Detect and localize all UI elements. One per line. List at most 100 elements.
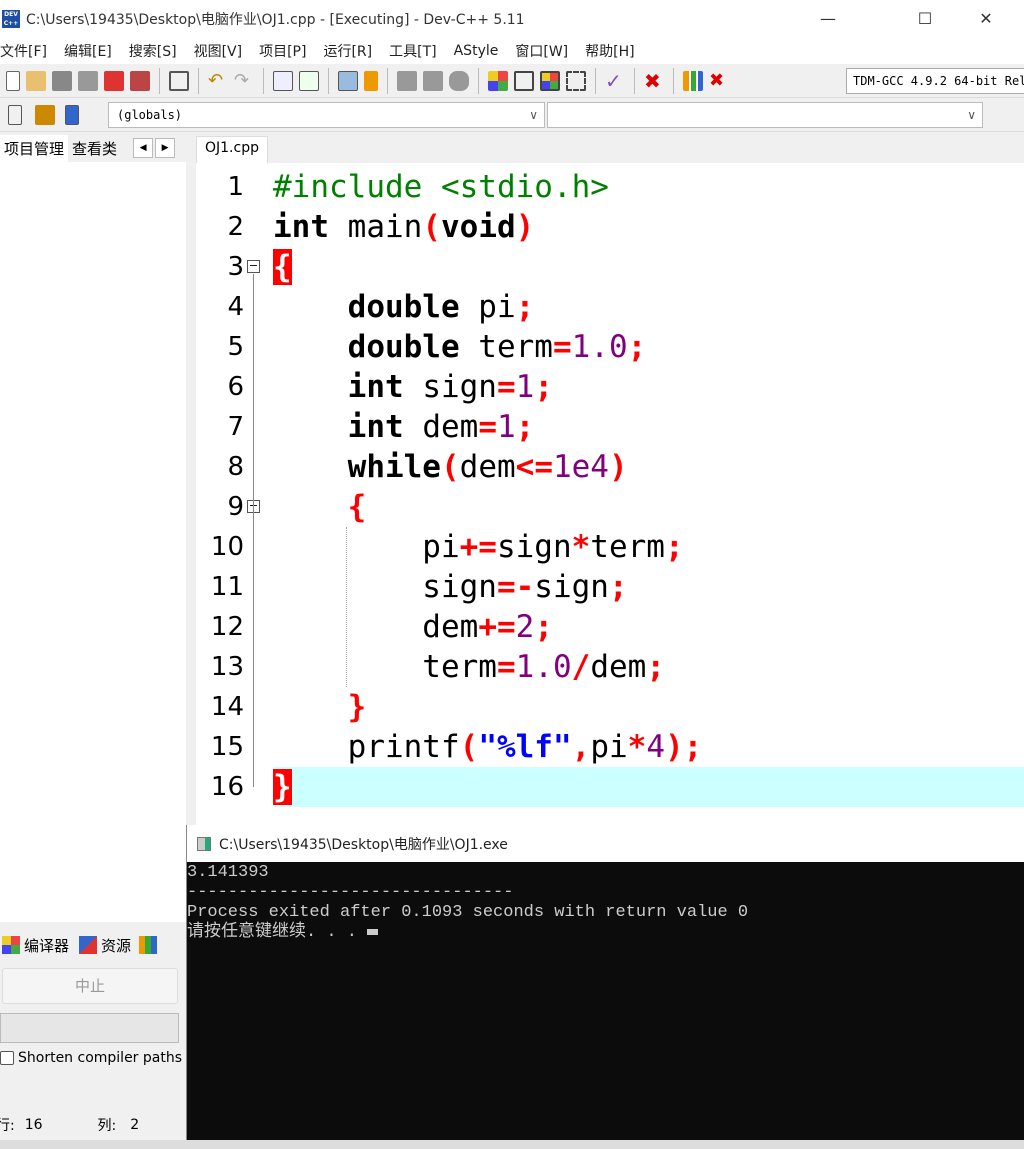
tab-compiler[interactable]: 编译器 <box>0 933 71 958</box>
save-all-icon[interactable] <box>78 70 98 91</box>
toggle-icon[interactable] <box>65 105 79 125</box>
code-line[interactable]: dem+=2; <box>273 607 1024 647</box>
code-editor[interactable]: 12345678910111213141516−− #include <stdi… <box>196 163 1024 825</box>
minimize-button[interactable]: — <box>800 0 856 38</box>
replace-icon[interactable] <box>299 70 319 91</box>
code-line[interactable]: int main(void) <box>273 207 1024 247</box>
tab-resources[interactable]: 资源 <box>77 933 133 958</box>
code-token: = <box>552 329 572 365</box>
menu-project[interactable]: 项目[P] <box>259 41 315 61</box>
code-line[interactable]: printf("%lf",pi*4); <box>273 727 1024 767</box>
line-number: 5 <box>227 332 244 362</box>
code-token: += <box>459 529 497 565</box>
find-icon[interactable] <box>273 70 293 91</box>
line-number: 15 <box>210 732 244 762</box>
compile-progress-bar <box>0 1013 179 1043</box>
save-icon[interactable] <box>52 70 72 91</box>
scope-combo[interactable]: (globals) ∨ <box>108 102 545 128</box>
tab-left-arrow-icon[interactable]: ◀ <box>133 138 154 158</box>
menu-bar: 文件[F] 编辑[E] 搜索[S] 视图[V] 项目[P] 运行[R] 工具[T… <box>0 38 1024 64</box>
rebuild-icon[interactable] <box>566 70 586 91</box>
tab-classes[interactable]: 查看类 <box>68 135 122 162</box>
row-label: 行: <box>0 1118 15 1134</box>
indent-icon[interactable] <box>338 70 358 91</box>
code-token: void <box>441 209 516 245</box>
compile-icon[interactable] <box>488 70 508 91</box>
console-title-bar: C:\Users\19435\Desktop\电脑作业\OJ1.exe <box>187 825 1024 862</box>
code-line[interactable]: double pi; <box>273 287 1024 327</box>
close-button[interactable]: ✕ <box>958 0 1014 38</box>
new-class-icon[interactable] <box>8 105 22 125</box>
console-output: 3.141393 --------------------------------… <box>187 863 1024 943</box>
shorten-paths-option[interactable]: Shorten compiler paths <box>0 1050 182 1066</box>
code-token: ) <box>608 449 628 485</box>
syntax-check-icon[interactable]: ✓ <box>605 71 625 91</box>
code-line[interactable]: int dem=1; <box>273 407 1024 447</box>
line-number: 3 <box>227 252 244 282</box>
code-token: sign <box>534 569 609 605</box>
code-token: printf <box>273 729 460 765</box>
code-token: 1 <box>515 369 535 405</box>
profile-icon[interactable] <box>683 70 703 91</box>
console-line: 请按任意键继续. . . <box>187 923 368 942</box>
menu-run[interactable]: 运行[R] <box>323 41 381 61</box>
code-line[interactable]: int sign=1; <box>273 367 1024 407</box>
stop-button[interactable]: 中止 <box>2 968 178 1004</box>
console-line: -------------------------------- <box>187 883 514 902</box>
compiler-select[interactable]: TDM-GCC 4.9.2 64-bit Release <box>846 68 1024 94</box>
maximize-button[interactable]: ☐ <box>897 0 953 38</box>
code-line[interactable]: #include <stdio.h> <box>273 167 1024 207</box>
undo-icon[interactable]: ↶ <box>208 70 228 91</box>
compile-log-icon[interactable] <box>139 936 158 954</box>
code-line[interactable]: double term=1.0; <box>273 327 1024 367</box>
run-icon[interactable] <box>514 70 534 91</box>
menu-help[interactable]: 帮助[H] <box>585 41 643 61</box>
code-token: ( <box>422 209 441 245</box>
code-line[interactable]: term=1.0/dem; <box>273 647 1024 687</box>
stop-execution-icon[interactable]: ✖ <box>644 71 664 91</box>
insert-icon[interactable] <box>35 105 55 125</box>
close-all-icon[interactable] <box>130 70 150 91</box>
bookmark-back-icon[interactable] <box>397 70 417 91</box>
menu-tools[interactable]: 工具[T] <box>389 41 445 61</box>
code-line[interactable]: { <box>273 487 1024 527</box>
tab-right-arrow-icon[interactable]: ▶ <box>155 138 176 158</box>
print-icon[interactable] <box>169 70 189 91</box>
app-icon: DEV C++ <box>2 10 20 28</box>
compile-run-icon[interactable] <box>540 70 560 91</box>
menu-window[interactable]: 窗口[W] <box>515 41 577 61</box>
new-file-icon[interactable] <box>6 70 20 91</box>
redo-icon[interactable]: ↷ <box>234 70 254 91</box>
code-line[interactable]: while(dem<=1e4) <box>273 447 1024 487</box>
code-line[interactable]: } <box>273 767 1024 807</box>
console-line: 3.141393 <box>187 863 269 882</box>
menu-file[interactable]: 文件[F] <box>0 41 56 61</box>
code-token: term <box>590 529 665 565</box>
menu-edit[interactable]: 编辑[E] <box>64 41 121 61</box>
shorten-paths-checkbox[interactable] <box>0 1051 14 1065</box>
console-window[interactable]: C:\Users\19435\Desktop\电脑作业\OJ1.exe 3.14… <box>186 825 1024 1140</box>
code-line[interactable]: sign=-sign; <box>273 567 1024 607</box>
goto-icon[interactable] <box>449 70 469 91</box>
menu-view[interactable]: 视图[V] <box>194 41 252 61</box>
line-number: 13 <box>210 652 244 682</box>
member-combo[interactable]: ∨ <box>547 102 983 128</box>
code-token: ( <box>440 449 460 485</box>
delete-profile-icon[interactable]: ✖ <box>709 70 729 91</box>
fold-collapse-icon[interactable]: − <box>247 260 260 273</box>
file-tab[interactable]: OJ1.cpp <box>196 136 268 163</box>
tab-project[interactable]: 项目管理 <box>0 135 69 162</box>
menu-search[interactable]: 搜索[S] <box>129 41 186 61</box>
bookmark-forward-icon[interactable] <box>423 70 443 91</box>
code-token: pi <box>459 289 516 325</box>
code-token: pi <box>273 529 460 565</box>
menu-astyle[interactable]: AStyle <box>454 43 508 59</box>
open-file-icon[interactable] <box>26 70 46 91</box>
code-line[interactable]: pi+=sign*term; <box>273 527 1024 567</box>
code-line[interactable]: } <box>273 687 1024 727</box>
close-file-icon[interactable] <box>104 70 124 91</box>
code-line[interactable]: { <box>273 247 1024 287</box>
unindent-icon[interactable] <box>364 70 378 91</box>
code-token: ) <box>515 209 535 245</box>
